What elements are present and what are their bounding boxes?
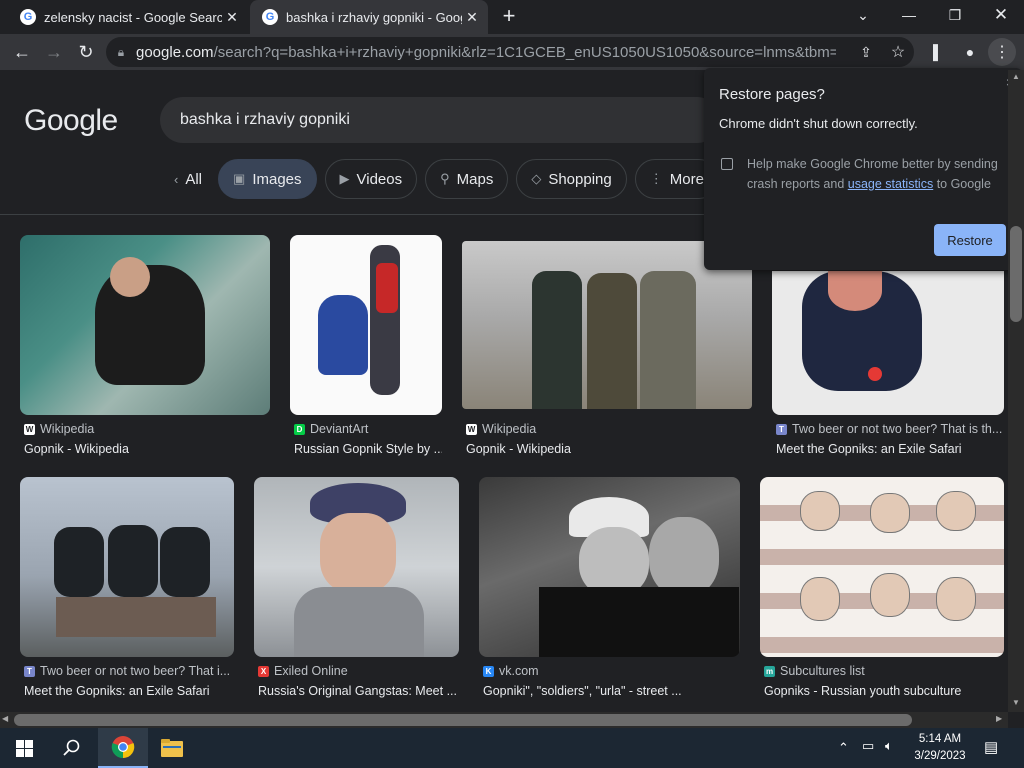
checkbox-label: Help make Google Chrome better by sendin… <box>747 157 998 191</box>
result-source: X Exiled Online <box>258 664 348 678</box>
browser-toolbar: ← → ↻ 🔒︎ google.com/search?q=bashka+i+rz… <box>0 34 1024 70</box>
vertical-scroll-thumb[interactable] <box>1010 226 1022 322</box>
side-panel-icon[interactable]: ▌ <box>924 38 952 66</box>
vertical-scrollbar[interactable] <box>1008 70 1024 712</box>
search-input[interactable]: bashka i rzhaviy gopniki <box>160 97 720 143</box>
crash-reports-checkbox[interactable] <box>721 158 733 170</box>
url-text: google.com/search?q=bashka+i+rzhaviy+gop… <box>136 43 836 61</box>
result-caption: Russia's Original Gangstas: Meet ... <box>258 684 457 698</box>
scroll-down-arrow-icon[interactable]: ▼ <box>1010 698 1022 707</box>
lock-icon[interactable]: 🔒︎ <box>106 45 136 60</box>
result-thumbnail[interactable] <box>20 477 234 657</box>
tag-icon: ◇ <box>531 171 542 186</box>
result-source: W Wikipedia <box>466 422 537 436</box>
google-favicon-icon: G <box>262 9 278 25</box>
result-source: W Wikipedia <box>24 422 95 436</box>
result-thumbnail[interactable] <box>772 271 1004 415</box>
file-explorer-icon[interactable] <box>148 728 196 768</box>
new-tab-plus-icon[interactable]: + <box>498 5 520 28</box>
restore-pages-dialog: Restore pages? × Chrome didn't shut down… <box>704 68 1022 270</box>
tab-bashka-active[interactable]: G bashka i rzhaviy gopniki - Google ✕ <box>250 0 488 34</box>
close-window-icon[interactable]: ✕ <box>978 0 1024 30</box>
dialog-message: Chrome didn't shut down correctly. <box>719 116 918 131</box>
address-bar[interactable]: 🔒︎ google.com/search?q=bashka+i+rzhaviy+… <box>106 37 914 67</box>
tab-title: zelensky nacist - Google Search <box>44 9 222 25</box>
result-caption: Meet the Gopniks: an Exile Safari <box>24 684 210 698</box>
result-source: Kvk.com <box>483 664 539 678</box>
google-favicon-icon: G <box>20 9 36 25</box>
horizontal-scroll-thumb[interactable] <box>14 714 912 726</box>
windows-taskbar: ⌃ ▭ 🔈︎ ▤ <box>0 728 1024 768</box>
filter-shopping[interactable]: ◇ Shopping <box>516 159 627 199</box>
result-caption: Gopniks - Russian youth subculture <box>764 684 962 698</box>
minimize-icon[interactable]: — <box>886 0 932 30</box>
chevron-left-icon: ‹ <box>174 171 179 187</box>
menu-kebab-icon[interactable]: ⋮ <box>988 38 1016 66</box>
chevron-up-icon[interactable]: ⌃ <box>838 740 849 756</box>
video-icon: ▶ <box>339 171 350 186</box>
result-caption: Gopnik - Wikipedia <box>24 442 129 456</box>
close-tab-icon[interactable]: ✕ <box>462 9 482 26</box>
result-caption: Gopnik - Wikipedia <box>466 442 571 456</box>
wikipedia-icon: W <box>24 423 35 435</box>
result-thumbnail[interactable] <box>254 477 459 657</box>
result-caption: Meet the Gopniks: an Exile Safari <box>776 442 962 456</box>
forward-arrow-icon[interactable]: → <box>40 38 68 66</box>
tab-strip: G zelensky nacist - Google Search ✕ G ba… <box>0 0 1024 34</box>
deviantart-icon: D <box>294 423 305 435</box>
result-source: T Two beer or not two beer? That is th... <box>776 422 1002 436</box>
tab-title: bashka i rzhaviy gopniki - Google <box>286 9 462 25</box>
chrome-taskbar-icon[interactable] <box>98 728 148 768</box>
close-tab-icon[interactable]: ✕ <box>222 9 242 26</box>
tab-zelensky[interactable]: G zelensky nacist - Google Search ✕ <box>8 0 248 34</box>
more-dots-icon: ⋮ <box>649 171 663 186</box>
subcultures-list-icon: m <box>764 665 775 677</box>
filter-all[interactable]: ‹ All <box>160 159 210 199</box>
result-source: D DeviantArt <box>294 422 368 436</box>
tab-search-chevron-icon[interactable]: ⌄ <box>840 0 886 30</box>
google-logo[interactable]: Google <box>24 104 118 138</box>
back-arrow-icon[interactable]: ← <box>8 38 36 66</box>
result-caption: Gopniki", "soldiers", "urla" - street ..… <box>483 684 682 698</box>
result-thumbnail[interactable] <box>760 477 1004 657</box>
scroll-left-arrow-icon[interactable]: ◀ <box>2 714 8 723</box>
usage-statistics-link[interactable]: usage statistics <box>848 177 933 191</box>
result-caption: Russian Gopnik Style by ... <box>294 442 442 456</box>
reload-icon[interactable]: ↻ <box>72 38 100 66</box>
result-thumbnail[interactable] <box>290 235 442 415</box>
image-icon: ▣ <box>233 171 246 186</box>
filter-maps[interactable]: ⚲ Maps <box>425 159 509 199</box>
windows-start-icon[interactable] <box>0 728 48 768</box>
result-thumbnail[interactable] <box>20 235 270 415</box>
scroll-right-arrow-icon[interactable]: ▶ <box>996 714 1002 723</box>
restore-button[interactable]: Restore <box>934 224 1006 256</box>
result-source: m Subcultures list <box>764 664 865 678</box>
exiled-online-icon: X <box>258 665 269 677</box>
clock-time: 5:14 AM <box>918 733 962 745</box>
restore-window-icon[interactable]: ❐ <box>932 0 978 30</box>
result-thumbnail[interactable] <box>479 477 740 657</box>
search-icon[interactable] <box>48 728 96 768</box>
network-icon[interactable]: ▭ <box>862 738 874 754</box>
scroll-up-arrow-icon[interactable]: ▲ <box>1010 72 1022 81</box>
map-pin-icon: ⚲ <box>440 171 450 186</box>
notifications-icon[interactable]: ▤ <box>984 738 998 756</box>
search-filters: ‹ All ▣ Images ▶ Videos ⚲ Maps ◇ Shopping ⋮ Mo… <box>160 159 719 199</box>
dialog-title: Restore pages? <box>719 86 825 103</box>
filter-videos[interactable]: ▶ Videos <box>324 159 418 199</box>
result-source: T Two beer or not two beer? That i... <box>24 664 230 678</box>
profile-icon[interactable]: ● <box>956 38 984 66</box>
vk-icon: K <box>483 665 494 677</box>
filter-images[interactable]: ▣ Images <box>218 159 317 199</box>
taskbar-clock[interactable]: 5:14 AM 3/29/2023 <box>910 731 970 765</box>
blog-site-icon: T <box>776 423 787 435</box>
volume-icon[interactable]: 🔈︎ <box>885 738 893 754</box>
clock-date: 3/29/2023 <box>914 750 966 762</box>
wikipedia-icon: W <box>466 423 477 435</box>
bookmark-star-icon[interactable]: ☆ <box>884 38 912 66</box>
share-icon[interactable]: ⇪ <box>852 38 880 66</box>
blog-site-icon: T <box>24 665 35 677</box>
